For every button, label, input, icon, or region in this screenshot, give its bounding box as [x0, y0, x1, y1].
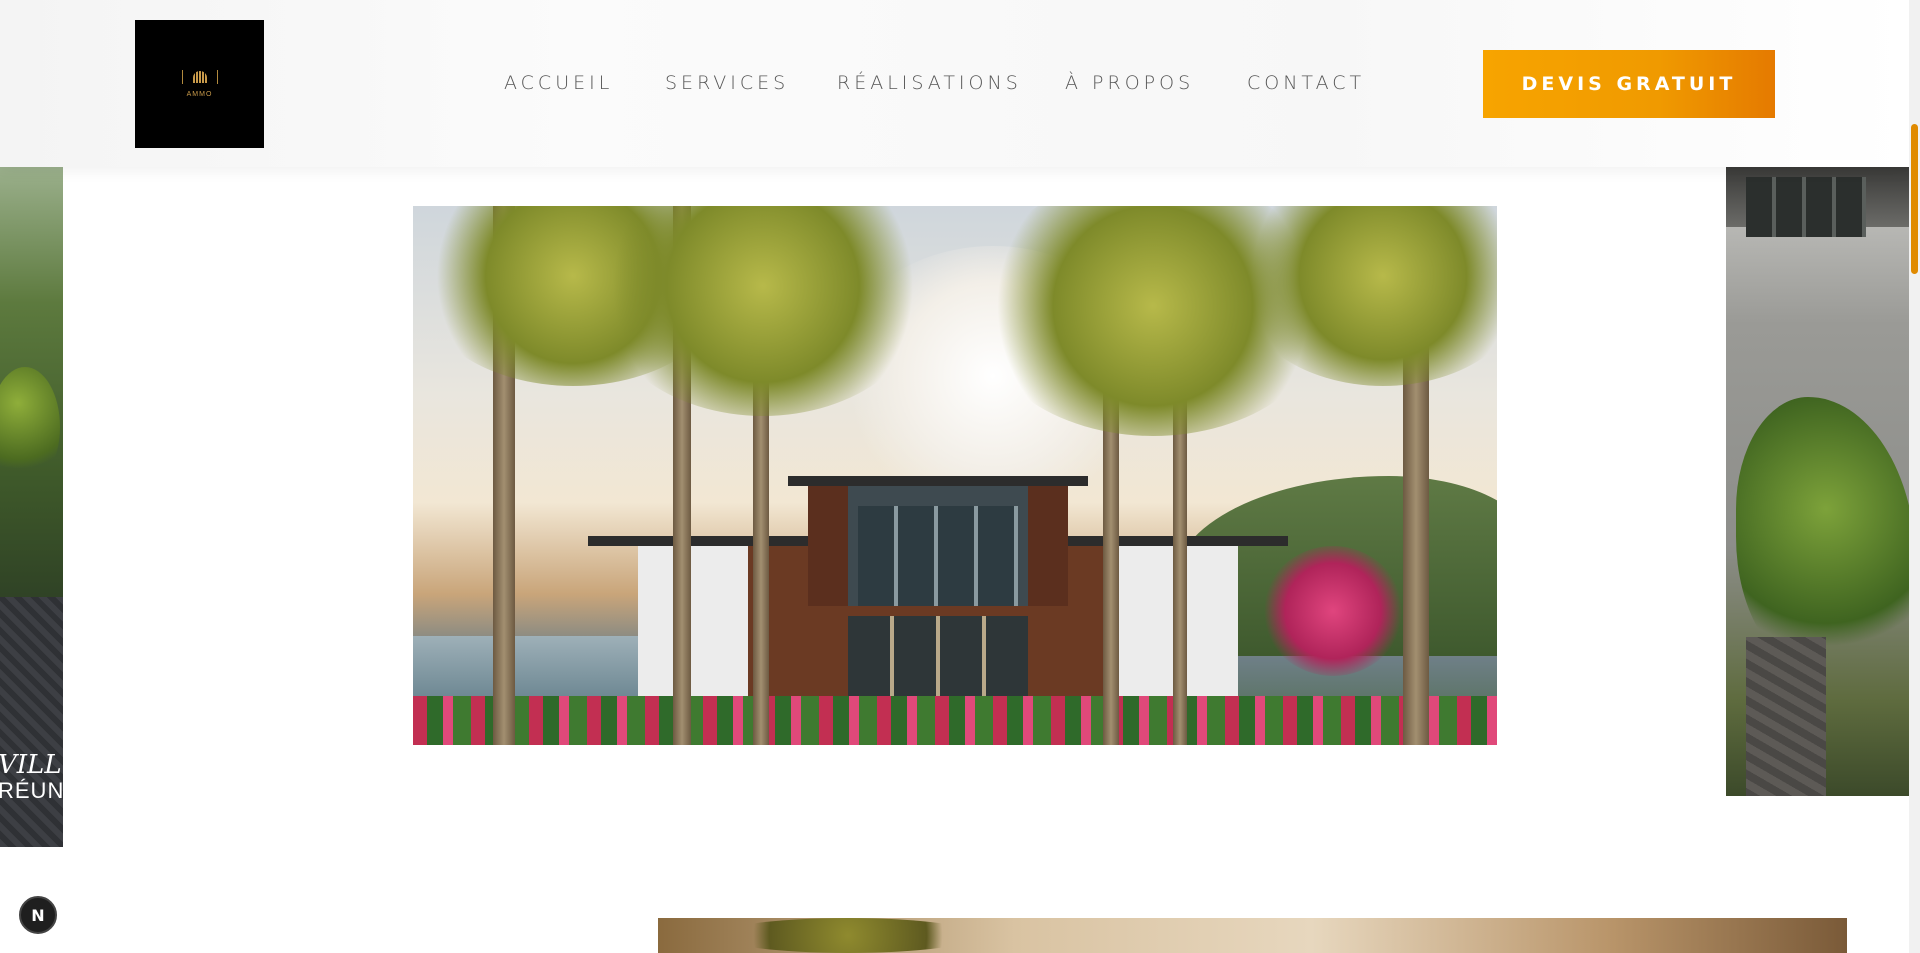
nav-item-services[interactable]: SERVICES — [665, 72, 789, 94]
tropical-plant-shape — [1736, 397, 1909, 677]
brand-watermark-line2: RÉUN — [0, 778, 63, 804]
carousel-active-slide-image[interactable] — [413, 206, 1497, 745]
carousel-next-slide-image[interactable] — [1726, 167, 1909, 796]
palm-leaf-shape — [0, 367, 60, 487]
brand-watermark-line1: VILL — [0, 750, 62, 780]
nav-item-a-propos[interactable]: À PROPOS — [1065, 72, 1194, 94]
bougainvillea-shape — [1263, 546, 1403, 676]
villa-roof-top — [788, 476, 1088, 486]
section-teaser-image — [658, 918, 1847, 953]
nav-item-accueil[interactable]: ACCUEIL — [504, 72, 613, 94]
stone-wall-shape — [0, 597, 63, 847]
flowerbed-shape — [413, 696, 1497, 745]
slide-brand-watermark: VILL RÉUN — [0, 750, 63, 804]
nav-item-contact[interactable]: CONTACT — [1247, 72, 1365, 94]
scrollbar-thumb[interactable] — [1911, 124, 1918, 274]
rock-wall-shape — [1746, 637, 1826, 796]
floating-n-badge[interactable]: N — [19, 896, 57, 934]
devis-gratuit-button[interactable]: DEVIS GRATUIT — [1483, 50, 1775, 118]
site-header: AMMO ACCUEIL SERVICES RÉALISATIONS À PRO… — [0, 0, 1909, 167]
scrollbar[interactable] — [1909, 0, 1920, 953]
palm-frond — [718, 918, 978, 953]
carousel-prev-slide-image[interactable]: VILL RÉUN — [0, 167, 63, 847]
villa-upper-glass — [858, 506, 1018, 606]
glass-balcony-shape — [1746, 177, 1866, 237]
nav-item-realisations[interactable]: RÉALISATIONS — [837, 72, 1022, 94]
